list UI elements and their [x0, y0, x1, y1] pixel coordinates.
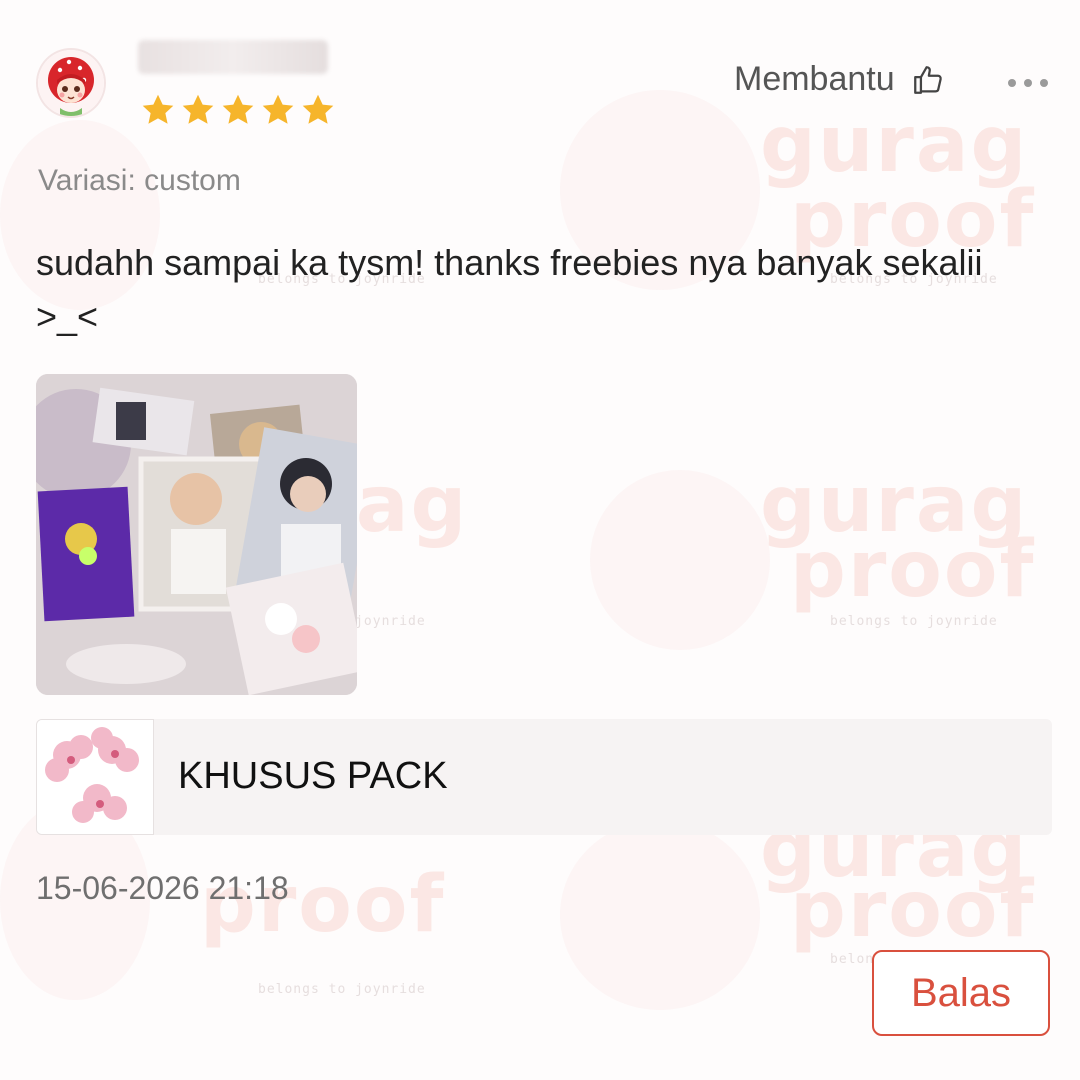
- review-photo[interactable]: [36, 374, 357, 695]
- helpful-label: Membantu: [734, 60, 895, 98]
- star-icon: [142, 94, 174, 124]
- star-rating: [140, 92, 336, 128]
- watermark-tag: belongs to joynride: [258, 982, 426, 997]
- watermark-word: proof: [790, 525, 1036, 615]
- star-icon: [222, 94, 254, 124]
- reply-button[interactable]: Balas: [872, 950, 1050, 1036]
- watermark-word: proof: [790, 865, 1036, 955]
- variation-label: Variasi: custom: [38, 164, 241, 197]
- watermark-word: gurag: [760, 460, 1029, 550]
- thumbs-up-icon: [913, 65, 942, 94]
- star-icon: [262, 94, 294, 124]
- review-timestamp: 15-06-2026 21:18: [36, 870, 289, 906]
- product-name: KHUSUS PACK: [178, 755, 448, 797]
- watermark-word: gurag: [760, 100, 1029, 190]
- username-blurred: [138, 40, 328, 74]
- helpful-button[interactable]: Membantu: [734, 60, 945, 99]
- star-icon: [182, 94, 214, 124]
- product-card[interactable]: KHUSUS PACK: [36, 719, 1052, 835]
- avatar[interactable]: [38, 50, 104, 116]
- watermark-tag: belongs to joynride: [830, 614, 998, 629]
- star-icon: [302, 94, 334, 124]
- review-text: sudahh sampai ka tysm! thanks freebies n…: [36, 242, 983, 337]
- reply-label: Balas: [910, 970, 1012, 1015]
- product-thumbnail: [36, 719, 154, 835]
- more-dots-icon[interactable]: [1004, 74, 1052, 92]
